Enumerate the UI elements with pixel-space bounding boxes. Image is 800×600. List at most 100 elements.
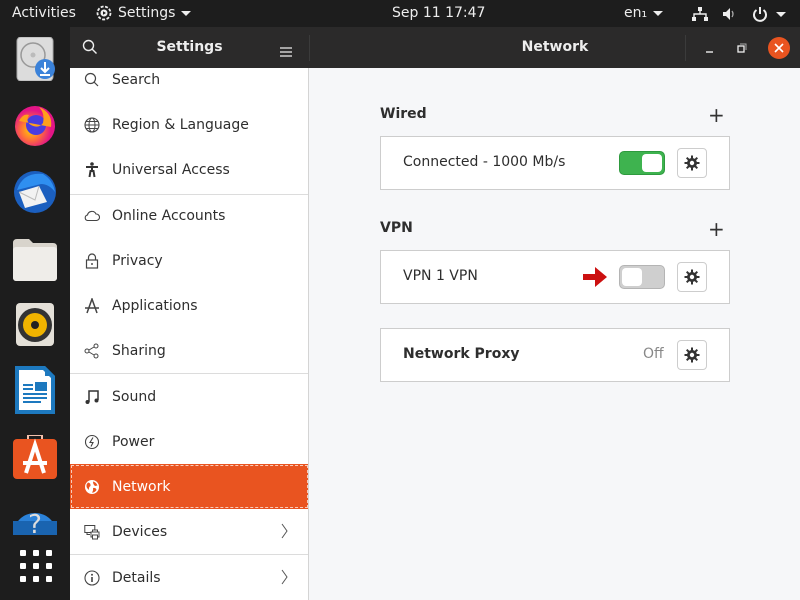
sidebar-item-label: Privacy [112, 252, 163, 269]
firefox-icon [15, 106, 55, 146]
sidebar-item-label: Region & Language [112, 116, 249, 133]
thunderbird-icon [14, 171, 56, 213]
vpn-connection-name: VPN 1 VPN [403, 268, 478, 284]
close-button[interactable] [768, 37, 790, 59]
dock-ubuntu-software[interactable] [13, 434, 57, 479]
keyboard-layout-label: en₁ [624, 5, 648, 21]
plus-icon: + [708, 103, 725, 127]
settings-window: Settings Network Search Region & Languag… [70, 27, 800, 600]
gear-icon [684, 347, 700, 363]
dock: ? [0, 27, 70, 600]
sidebar-item-network[interactable]: Network [70, 464, 308, 509]
vpn-toggle[interactable] [619, 265, 665, 289]
power-icon [753, 7, 767, 22]
sidebar-item-devices[interactable]: Devices [70, 509, 308, 554]
help-icon: ? [13, 510, 57, 540]
sidebar-item-label: Search [112, 71, 161, 88]
chevron-right-icon [281, 523, 289, 543]
show-applications-button[interactable] [19, 549, 53, 583]
gear-icon [684, 155, 700, 171]
activities-button[interactable]: Activities [12, 5, 76, 21]
sidebar-title: Settings [156, 39, 223, 55]
gear-icon [684, 269, 700, 285]
power-icon [70, 434, 112, 450]
sidebar-item-universal-access[interactable]: Universal Access [70, 147, 308, 192]
dock-libreoffice-writer[interactable] [13, 366, 57, 414]
sidebar-item-applications[interactable]: Applications [70, 283, 308, 328]
menu-button[interactable] [280, 42, 292, 61]
sidebar-item-search[interactable]: Search [70, 68, 308, 102]
sidebar[interactable]: Search Region & Language Universal Acces… [70, 68, 309, 600]
grid-icon [20, 550, 52, 582]
wired-settings-button[interactable] [677, 148, 707, 178]
sidebar-item-label: Sound [112, 388, 157, 405]
sidebar-item-power[interactable]: Power [70, 419, 308, 464]
wired-section-title: Wired [380, 106, 427, 122]
chevron-down-icon [181, 10, 192, 16]
wired-connection-status: Connected - 1000 Mb/s [403, 154, 566, 170]
sidebar-item-region-language[interactable]: Region & Language [70, 102, 308, 147]
dock-files[interactable] [13, 237, 57, 281]
dock-help[interactable]: ? [13, 499, 57, 543]
dock-rhythmbox[interactable] [13, 302, 57, 346]
hamburger-menu-icon [280, 47, 292, 57]
sidebar-item-label: Universal Access [112, 161, 230, 178]
plus-icon: + [708, 217, 725, 241]
volume-icon [723, 8, 734, 20]
sidebar-item-sound[interactable]: Sound [70, 374, 308, 419]
activities-label: Activities [12, 5, 76, 21]
vpn-settings-button[interactable] [677, 262, 707, 292]
sidebar-item-sharing[interactable]: Sharing [70, 328, 308, 373]
rhythmbox-icon [16, 303, 54, 346]
minimize-icon [706, 51, 713, 53]
sidebar-item-online-accounts[interactable]: Online Accounts [70, 193, 308, 238]
keyboard-layout-menu[interactable]: en₁ [624, 5, 664, 21]
minimize-button[interactable] [703, 41, 717, 55]
sidebar-item-label: Details [112, 569, 161, 586]
share-icon [70, 343, 112, 359]
chevron-right-icon [281, 569, 289, 589]
sidebar-item-label: Devices [112, 523, 168, 540]
header-divider [685, 35, 686, 61]
add-wired-button[interactable]: + [708, 105, 725, 125]
files-icon [13, 239, 57, 281]
dock-disk-installer[interactable] [13, 36, 57, 82]
svg-text:?: ? [28, 510, 42, 540]
close-icon [774, 43, 784, 53]
page-title: Network [521, 39, 589, 55]
chevron-down-icon [653, 10, 664, 16]
accessibility-icon [70, 161, 112, 178]
wired-card: Connected - 1000 Mb/s [380, 136, 730, 190]
datetime-label: Sep 11 17:47 [392, 5, 486, 21]
sidebar-item-label: Sharing [112, 342, 166, 359]
network-proxy-settings-button[interactable] [677, 340, 707, 370]
maximize-button[interactable] [735, 40, 749, 54]
app-menu-label: Settings [118, 5, 176, 21]
network-proxy-status: Off [643, 346, 664, 362]
clock[interactable]: Sep 11 17:47 [392, 5, 485, 21]
chevron-down-icon [776, 11, 786, 17]
wired-toggle[interactable] [619, 151, 665, 175]
red-arrow-annotation-icon [583, 267, 607, 287]
sidebar-item-privacy[interactable]: Privacy [70, 238, 308, 283]
lock-icon [70, 252, 112, 269]
system-menu[interactable] [692, 6, 786, 22]
app-menu[interactable]: Settings [96, 5, 192, 21]
sidebar-item-details[interactable]: Details [70, 555, 308, 600]
add-vpn-button[interactable]: + [708, 219, 725, 239]
restore-icon [737, 43, 747, 53]
sidebar-item-label: Power [112, 433, 155, 450]
sidebar-item-label: Online Accounts [112, 207, 226, 224]
dock-thunderbird[interactable] [13, 170, 57, 214]
search-icon [70, 72, 112, 88]
sidebar-item-label: Network [112, 478, 171, 495]
dock-firefox[interactable] [13, 103, 57, 147]
music-note-icon [70, 389, 112, 405]
top-bar: Activities Settings Sep 11 17:47 en₁ [0, 0, 800, 27]
network-proxy-card[interactable]: Network Proxy Off [380, 328, 730, 382]
switch-knob [642, 154, 662, 172]
network-globe-icon [70, 479, 112, 495]
disk-installer-icon [16, 36, 55, 82]
applications-icon [70, 297, 112, 314]
settings-app-icon [96, 5, 112, 21]
